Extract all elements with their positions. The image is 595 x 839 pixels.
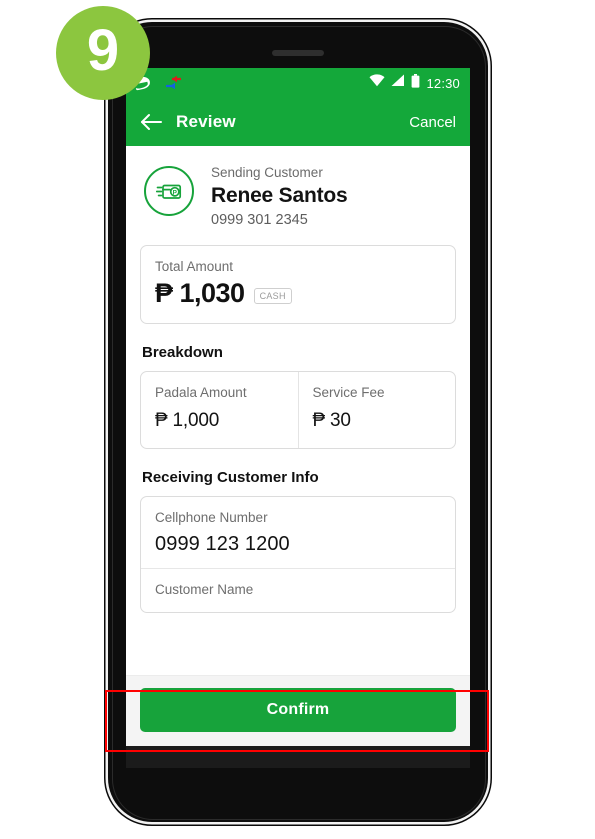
battery-icon — [411, 73, 420, 93]
money-card-icon: P — [144, 166, 194, 216]
page-title: Review — [176, 112, 236, 131]
signal-icon — [391, 74, 405, 92]
back-arrow-icon[interactable] — [140, 111, 162, 133]
field-label: Customer Name — [155, 581, 254, 597]
step-number-label: 9 — [86, 18, 120, 83]
total-amount-card: Total Amount ₱ 1,030 CASH — [140, 244, 456, 325]
wifi-icon — [369, 74, 385, 92]
android-nav-strip — [126, 746, 470, 768]
status-bar-right-icons: 12:30 — [369, 73, 460, 93]
receiving-customer-heading: Receiving Customer Info — [142, 469, 319, 486]
cancel-button[interactable]: Cancel — [409, 114, 456, 131]
receiving-customer-card: Cellphone Number 0999 123 1200 Customer … — [140, 496, 456, 613]
confirm-footer: Confirm — [126, 675, 470, 746]
breakdown-item-label: Padala Amount — [155, 385, 247, 401]
breakdown-item-value: ₱ 30 — [312, 410, 351, 431]
phone-speaker-grille — [272, 50, 324, 56]
sending-customer-section: P Sending Customer Renee Santos 0999 301… — [126, 146, 470, 245]
field-value: 0999 123 1200 — [155, 532, 290, 555]
status-bar: 12:30 — [126, 68, 470, 98]
svg-text:P: P — [173, 189, 178, 196]
confirm-button[interactable]: Confirm — [140, 688, 456, 732]
breakdown-heading: Breakdown — [142, 344, 223, 362]
sending-customer-label: Sending Customer — [211, 165, 323, 180]
breakdown-item-label: Service Fee — [312, 385, 385, 401]
sending-customer-details: Sending Customer Renee Santos 0999 301 2… — [211, 164, 348, 231]
breakdown-card: Padala Amount ₱ 1,000 Service Fee ₱ 30 — [140, 371, 456, 449]
field-customer-name[interactable]: Customer Name — [141, 567, 455, 612]
field-cellphone-number[interactable]: Cellphone Number 0999 123 1200 — [141, 497, 455, 568]
payment-method-badge: CASH — [253, 288, 292, 305]
status-bar-clock: 12:30 — [426, 75, 460, 91]
sending-customer-phone: 0999 301 2345 — [211, 211, 308, 228]
breakdown-item-padala-amount: Padala Amount ₱ 1,000 — [141, 372, 298, 448]
review-content: P Sending Customer Renee Santos 0999 301… — [126, 146, 470, 675]
breakdown-item-service-fee: Service Fee ₱ 30 — [297, 372, 456, 448]
total-amount-value: ₱ 1,030 — [155, 278, 245, 309]
total-amount-row: ₱ 1,030 CASH — [155, 279, 441, 309]
step-number-badge: 9 — [56, 6, 150, 100]
data-transfer-icon — [162, 74, 184, 92]
breakdown-item-value: ₱ 1,000 — [155, 410, 220, 431]
sending-customer-name: Renee Santos — [211, 184, 348, 208]
total-amount-label: Total Amount — [155, 258, 234, 274]
field-label: Cellphone Number — [155, 510, 268, 525]
app-bar: Review Cancel — [126, 98, 470, 146]
phone-screen: 12:30 Review Cancel P Sending Customer R… — [126, 68, 470, 768]
